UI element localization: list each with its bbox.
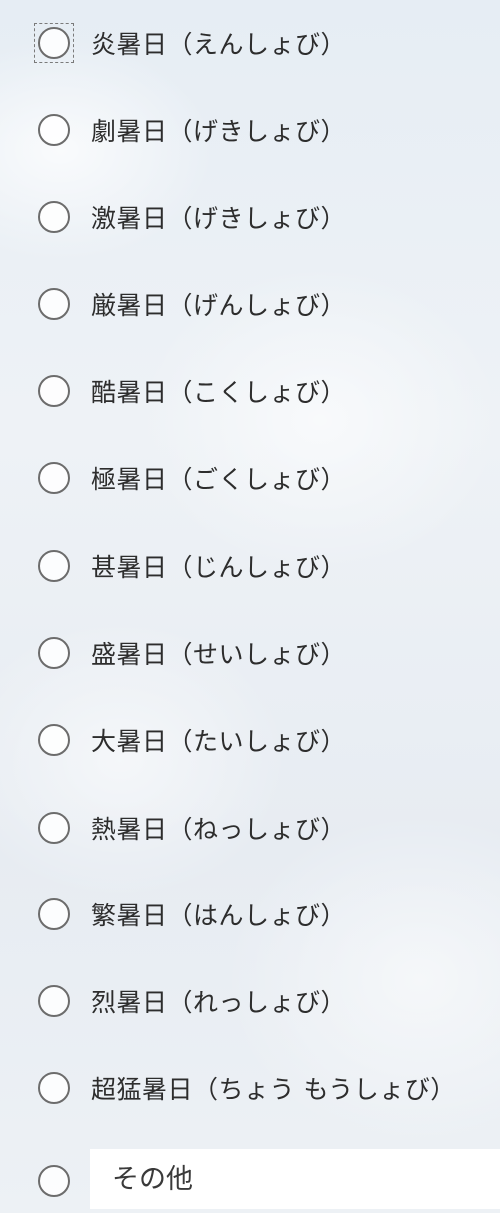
option-label: 甚暑日（じんしょび） bbox=[91, 553, 347, 582]
radio-option-taishobi[interactable]: 大暑日（たいしょび） bbox=[34, 718, 346, 762]
radio-option-jinshobi[interactable]: 甚暑日（じんしょび） bbox=[34, 544, 346, 588]
option-label: 超猛暑日（ちょう もうしょび） bbox=[91, 1075, 456, 1104]
radio-button[interactable] bbox=[38, 201, 70, 233]
radio-option-enshobi[interactable]: 炎暑日（えんしょび） bbox=[34, 21, 346, 65]
radio-button[interactable] bbox=[38, 1072, 70, 1104]
radio-button[interactable] bbox=[38, 462, 70, 494]
radio-button[interactable] bbox=[38, 114, 70, 146]
radio-button[interactable] bbox=[38, 812, 70, 844]
radio-option-gekishobi-1[interactable]: 劇暑日（げきしょび） bbox=[34, 108, 346, 152]
focus-outline bbox=[34, 23, 74, 63]
other-text-input[interactable] bbox=[90, 1149, 500, 1209]
radio-option-genshobi[interactable]: 厳暑日（げんしょび） bbox=[34, 282, 346, 326]
option-label: 酷暑日（こくしょび） bbox=[91, 378, 347, 407]
radio-button[interactable] bbox=[38, 288, 70, 320]
option-label: 繁暑日（はんしょび） bbox=[91, 901, 347, 930]
option-label: 烈暑日（れっしょび） bbox=[91, 988, 347, 1017]
radio-option-list: 炎暑日（えんしょび） 劇暑日（げきしょび） 激暑日（げきしょび） 厳暑日（げんし… bbox=[0, 0, 500, 1213]
option-label: 厳暑日（げんしょび） bbox=[91, 291, 347, 320]
radio-button[interactable] bbox=[38, 985, 70, 1017]
radio-option-gekishobi-2[interactable]: 激暑日（げきしょび） bbox=[34, 195, 346, 239]
radio-button[interactable] bbox=[38, 637, 70, 669]
radio-option-seishobi[interactable]: 盛暑日（せいしょび） bbox=[34, 631, 346, 675]
radio-button[interactable] bbox=[38, 898, 70, 930]
radio-button[interactable] bbox=[38, 375, 70, 407]
option-label: 炎暑日（えんしょび） bbox=[91, 30, 347, 59]
option-label: 激暑日（げきしょび） bbox=[91, 204, 347, 233]
option-label: 大暑日（たいしょび） bbox=[91, 727, 347, 756]
radio-button[interactable] bbox=[38, 550, 70, 582]
radio-option-hanshobi[interactable]: 繁暑日（はんしょび） bbox=[34, 892, 346, 936]
radio-button[interactable] bbox=[38, 724, 70, 756]
option-label: 劇暑日（げきしょび） bbox=[91, 117, 347, 146]
radio-option-nesshobi[interactable]: 熱暑日（ねっしょび） bbox=[34, 806, 346, 850]
option-label: 熱暑日（ねっしょび） bbox=[91, 815, 347, 844]
radio-button[interactable] bbox=[38, 27, 70, 59]
option-label: 極暑日（ごくしょび） bbox=[91, 465, 347, 494]
radio-option-resshobi[interactable]: 烈暑日（れっしょび） bbox=[34, 979, 346, 1023]
radio-option-cho-moshobi[interactable]: 超猛暑日（ちょう もうしょび） bbox=[34, 1066, 456, 1110]
radio-button[interactable] bbox=[38, 1165, 70, 1197]
radio-option-other[interactable] bbox=[34, 1159, 74, 1203]
radio-option-kokushobi[interactable]: 酷暑日（こくしょび） bbox=[34, 369, 346, 413]
radio-option-gokushobi[interactable]: 極暑日（ごくしょび） bbox=[34, 456, 346, 500]
option-label: 盛暑日（せいしょび） bbox=[91, 640, 347, 669]
